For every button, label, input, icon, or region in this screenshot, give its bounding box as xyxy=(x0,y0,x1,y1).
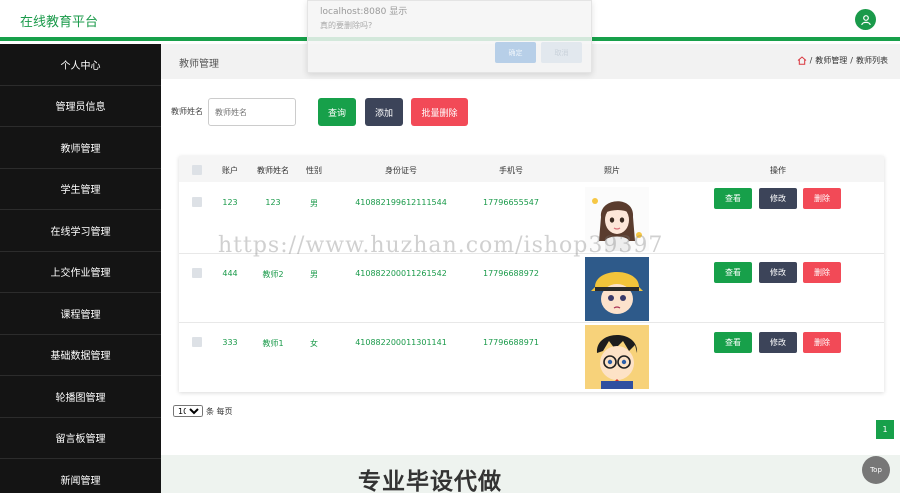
sidebar-item-homework[interactable]: 上交作业管理 xyxy=(0,252,161,293)
cell-teacher-name: 教师2 xyxy=(262,270,284,279)
main-content: 教师管理 / 教师管理 / 教师列表 教师姓名 查询 添加 批量删除 账户 教师… xyxy=(161,44,900,493)
search-bar: 教师姓名 查询 添加 批量删除 xyxy=(171,98,891,126)
cell-phone: 17796655547 xyxy=(483,198,539,207)
view-button[interactable]: 查看 xyxy=(714,332,752,353)
cell-id-card: 410882199612111544 xyxy=(355,198,447,207)
sidebar-item-online-learning[interactable]: 在线学习管理 xyxy=(0,210,161,252)
edit-button[interactable]: 修改 xyxy=(759,188,797,209)
header-phone: 手机号 xyxy=(499,166,523,175)
header-operations: 操作 xyxy=(770,166,786,175)
table-row: 123 123 男 410882199612111544 17796655547 xyxy=(179,182,884,254)
header-account: 账户 xyxy=(222,166,238,175)
page-size-control: 10 条 每页 xyxy=(173,405,233,417)
page-button-1[interactable]: 1 xyxy=(876,420,894,439)
sidebar-item-courses[interactable]: 课程管理 xyxy=(0,293,161,335)
delete-button[interactable]: 删除 xyxy=(803,188,841,209)
home-icon[interactable] xyxy=(797,56,807,65)
cell-account: 333 xyxy=(222,338,238,347)
promo-text: 专业毕设代做 xyxy=(358,469,502,493)
cell-phone: 17796688972 xyxy=(483,269,539,278)
teacher-photo xyxy=(585,257,649,321)
page-title: 教师管理 xyxy=(179,59,219,70)
user-avatar-button[interactable] xyxy=(855,9,876,30)
table-row: 333 教师1 女 410882200011301141 17796688971 xyxy=(179,323,884,392)
dialog-message: 真的要删除吗? xyxy=(320,21,373,30)
teacher-photo xyxy=(585,325,649,389)
app-title: 在线教育平台 xyxy=(20,15,99,30)
dialog-title: localhost:8080 显示 xyxy=(320,7,408,17)
sidebar-item-student-management[interactable]: 学生管理 xyxy=(0,169,161,210)
edit-button[interactable]: 修改 xyxy=(759,332,797,353)
cell-account: 444 xyxy=(222,269,238,278)
cell-account: 123 xyxy=(222,198,238,207)
teacher-table: 账户 教师姓名 性别 身份证号 手机号 照片 操作 123 123 男 4108… xyxy=(179,156,884,392)
teacher-photo xyxy=(585,187,649,251)
header-gender: 性别 xyxy=(306,166,322,175)
sidebar-item-message-board[interactable]: 留言板管理 xyxy=(0,418,161,459)
row-checkbox[interactable] xyxy=(192,197,202,207)
table-header: 账户 教师姓名 性别 身份证号 手机号 照片 操作 xyxy=(179,156,884,182)
delete-button[interactable]: 删除 xyxy=(803,332,841,353)
teacher-name-input[interactable] xyxy=(208,98,296,126)
breadcrumb-teacher-management[interactable]: 教师管理 xyxy=(815,55,847,66)
cell-phone: 17796688971 xyxy=(483,338,539,347)
cell-gender: 男 xyxy=(310,199,318,208)
sidebar-item-basic-data[interactable]: 基础数据管理 xyxy=(0,335,161,376)
header-id-card: 身份证号 xyxy=(385,166,417,175)
table-row: 444 教师2 男 410882200011261542 17796688972… xyxy=(179,254,884,323)
view-button[interactable]: 查看 xyxy=(714,188,752,209)
cell-gender: 女 xyxy=(310,339,318,348)
view-button[interactable]: 查看 xyxy=(714,262,752,283)
cell-id-card: 410882200011261542 xyxy=(355,269,447,278)
cell-gender: 男 xyxy=(310,270,318,279)
sidebar-item-teacher-management[interactable]: 教师管理 xyxy=(0,127,161,169)
breadcrumb-separator: / xyxy=(850,56,853,65)
row-checkbox[interactable] xyxy=(192,268,202,278)
user-icon xyxy=(860,14,871,25)
sidebar-item-personal-center[interactable]: 个人中心 xyxy=(0,44,161,86)
delete-button[interactable]: 删除 xyxy=(803,262,841,283)
batch-delete-button[interactable]: 批量删除 xyxy=(411,98,468,126)
sidebar-item-admin-info[interactable]: 管理员信息 xyxy=(0,86,161,127)
cell-teacher-name: 123 xyxy=(265,198,281,207)
breadcrumb-separator: / xyxy=(809,56,813,65)
query-button[interactable]: 查询 xyxy=(318,98,356,126)
breadcrumb: / 教师管理 / 教师列表 xyxy=(797,55,888,66)
per-page-label: 条 每页 xyxy=(206,406,233,416)
confirm-dialog: localhost:8080 显示 真的要删除吗? 确定 取消 xyxy=(307,0,592,73)
page-size-select[interactable]: 10 xyxy=(173,405,203,417)
dialog-ok-button[interactable]: 确定 xyxy=(495,42,536,63)
add-button[interactable]: 添加 xyxy=(365,98,403,126)
cell-id-card: 410882200011301141 xyxy=(355,338,447,347)
breadcrumb-teacher-list: 教师列表 xyxy=(856,56,888,65)
row-checkbox[interactable] xyxy=(192,337,202,347)
header-teacher-name: 教师姓名 xyxy=(257,166,289,175)
back-to-top-button[interactable]: Top xyxy=(862,456,890,484)
edit-button[interactable]: 修改 xyxy=(759,262,797,283)
header-photo: 照片 xyxy=(604,166,620,175)
dialog-cancel-button[interactable]: 取消 xyxy=(541,42,582,63)
sidebar-item-news[interactable]: 新闻管理 xyxy=(0,459,161,493)
teacher-name-label: 教师姓名 xyxy=(171,107,203,116)
sidebar: 个人中心 管理员信息 教师管理 学生管理 在线学习管理 上交作业管理 课程管理 … xyxy=(0,44,161,493)
cell-teacher-name: 教师1 xyxy=(262,339,284,348)
select-all-checkbox[interactable] xyxy=(192,165,202,175)
sidebar-item-carousel[interactable]: 轮播图管理 xyxy=(0,376,161,418)
promo-banner: 专业毕设代做 xyxy=(161,455,900,493)
